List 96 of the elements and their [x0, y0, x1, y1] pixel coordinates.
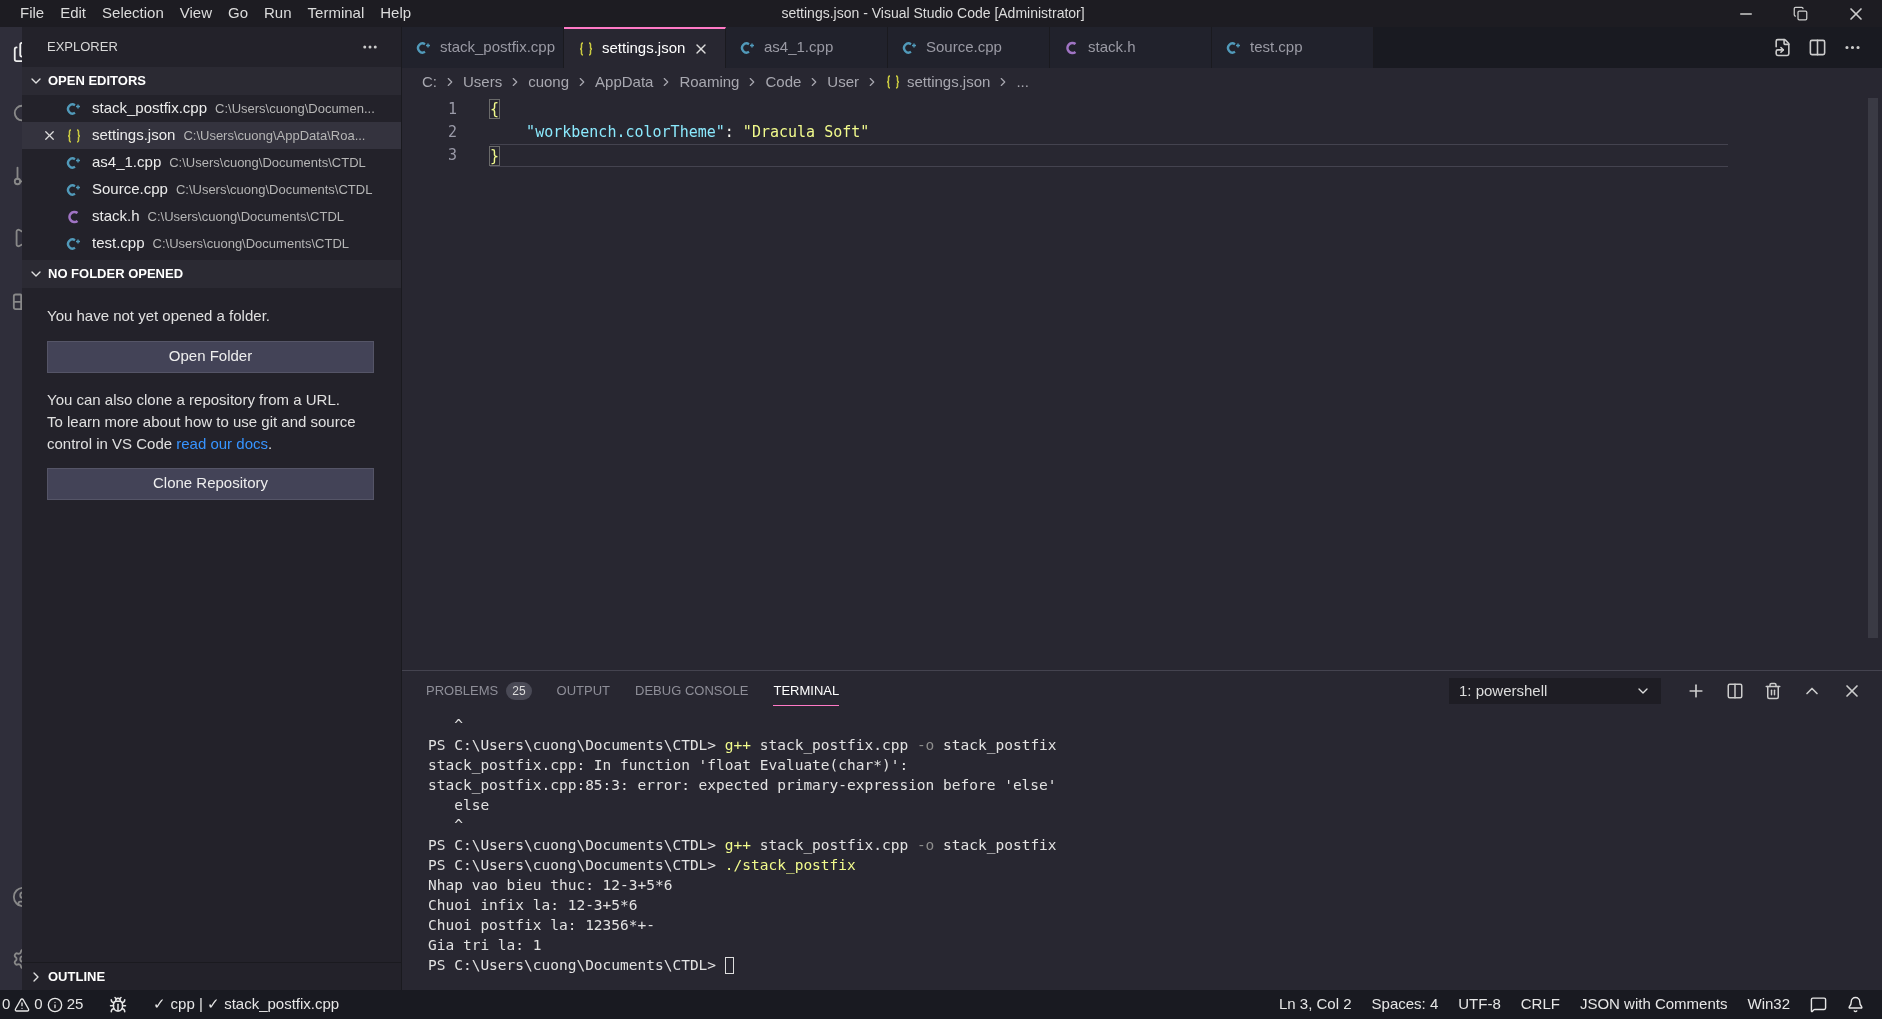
line-number: 1 — [447, 99, 457, 120]
status-item[interactable]: Win32 — [1747, 993, 1790, 1016]
count-badge: 25 — [506, 682, 532, 700]
braces-icon — [578, 41, 594, 56]
terminal-line: PS C:\Users\cuong\Documents\CTDL> g++ stack_postfix.cpp -o stack_postfix — [428, 836, 1057, 855]
terminal-line: Chuoi infix la: 12-3+5*6 — [428, 896, 638, 915]
menu-item[interactable]: Edit — [52, 2, 95, 25]
braces-icon — [885, 75, 901, 89]
section-header[interactable]: OPEN EDITORS — [22, 67, 401, 95]
breadcrumb-item[interactable]: User — [827, 70, 859, 94]
terminal-line: Gia tri la: 1 — [428, 936, 542, 955]
open-editor-item[interactable]: settings.json C:\Users\cuong\AppData\Roa... — [22, 122, 401, 149]
warning-icon — [14, 996, 31, 1013]
code-line: } — [490, 147, 500, 165]
breadcrumb-item[interactable]: cuong — [528, 70, 570, 94]
cpp-file-icon — [66, 182, 82, 197]
breadcrumb-item[interactable]: Code — [765, 70, 802, 94]
bell-icon[interactable] — [1847, 996, 1864, 1013]
terminal-cursor — [724, 956, 734, 974]
window-title: settings.json - Visual Studio Code [Administrator] — [781, 4, 1085, 23]
panel-tab[interactable]: OUTPUT — [556, 676, 611, 706]
editor-tab[interactable]: stack_postfix.cpp — [402, 27, 564, 68]
open-folder-button[interactable]: Open Folder — [47, 340, 374, 373]
editor-tab[interactable]: stack.h — [1050, 27, 1212, 68]
cpp-file-icon — [66, 101, 82, 116]
menu-item[interactable]: View — [171, 2, 220, 25]
menu-item[interactable]: Terminal — [299, 2, 373, 25]
open-editor-item[interactable]: stack.h C:\Users\cuong\Documents\CTDL — [22, 203, 401, 230]
menu-item[interactable]: Run — [256, 2, 300, 25]
breadcrumb-item[interactable]: Users — [463, 70, 503, 94]
cpp-file-icon — [1226, 40, 1242, 55]
error-count[interactable]: 0 — [2, 993, 11, 1016]
section-header[interactable]: NO FOLDER OPENED — [22, 260, 401, 288]
split-editor-icon[interactable] — [1808, 38, 1827, 57]
code-line: "workbench.colorTheme": "Dracula Soft" — [525, 123, 870, 141]
feedback-icon[interactable] — [1810, 996, 1827, 1013]
menu-item[interactable]: Selection — [94, 2, 172, 25]
no-folder-message: You have not yet opened a folder. — [47, 306, 271, 326]
clone-repository-button[interactable]: Clone Repository — [47, 467, 374, 500]
trash-icon[interactable] — [1764, 682, 1782, 700]
status-item[interactable]: Ln 3, Col 2 — [1279, 993, 1352, 1016]
line-number: 2 — [447, 122, 457, 143]
status-item[interactable]: Spaces: 4 — [1371, 993, 1439, 1016]
breadcrumb-item[interactable]: ... — [1016, 70, 1029, 94]
bug-icon[interactable] — [109, 995, 128, 1014]
info-count[interactable]: 25 — [66, 993, 84, 1016]
open-editor-item[interactable]: test.cpp C:\Users\cuong\Documents\CTDL — [22, 230, 401, 257]
breadcrumb-item[interactable]: Roaming — [679, 70, 740, 94]
cpp-file-icon — [902, 40, 918, 55]
clone-hint-text: You can also clone a repository from a URL. To learn more about how to use git and source control in VS Code read our docs. — [47, 389, 357, 454]
editor-tab[interactable]: as4_1.cpp — [726, 27, 888, 68]
terminal-line: else — [453, 796, 490, 815]
panel-tab[interactable]: DEBUG CONSOLE — [635, 676, 749, 706]
terminal-line: ^ — [453, 816, 463, 835]
close-icon[interactable] — [42, 128, 57, 143]
terminal-line: Nhap vao bieu thuc: 12-3+5*6 — [428, 876, 673, 895]
editor-tab[interactable]: test.cpp — [1212, 27, 1374, 68]
cpp-file-icon — [740, 40, 756, 55]
menu-item[interactable]: Help — [372, 2, 420, 25]
editor-tab[interactable]: settings.json — [564, 27, 726, 68]
menu-item[interactable]: Go — [220, 2, 256, 25]
info-icon — [46, 996, 63, 1013]
breadcrumb-item[interactable]: C: — [422, 70, 437, 94]
open-editor-item[interactable]: stack_postfix.cpp C:\Users\cuong\Documen... — [22, 95, 401, 122]
panel-tab[interactable]: PROBLEMS 25 — [426, 676, 532, 706]
terminal-line: ^ — [453, 716, 463, 735]
terminal-line: stack_postfix.cpp: In function 'float Evaluate(char*)': — [428, 756, 909, 775]
cpp-file-icon — [416, 40, 432, 55]
terminal-line: PS C:\Users\cuong\Documents\CTDL> ./stack_postfix — [428, 856, 856, 875]
sidebar-title: EXPLORER — [47, 38, 118, 57]
open-changes-icon[interactable] — [1773, 38, 1792, 57]
split-terminal-icon[interactable] — [1726, 682, 1744, 700]
line-number: 3 — [447, 145, 457, 166]
editor-tab[interactable]: Source.cpp — [888, 27, 1050, 68]
open-editor-item[interactable]: Source.cpp C:\Users\cuong\Documents\CTDL — [22, 176, 401, 203]
build-status[interactable]: ✓ cpp | ✓ stack_postfix.cpp — [153, 993, 340, 1016]
breadcrumb-item[interactable]: settings.json — [885, 70, 991, 94]
cpp-file-icon — [66, 155, 82, 170]
cpp-file-icon — [66, 236, 82, 251]
braces-icon — [66, 128, 82, 143]
menu-item[interactable]: File — [12, 2, 53, 25]
docs-link[interactable]: read our docs — [176, 434, 268, 452]
status-item[interactable]: JSON with Comments — [1579, 993, 1728, 1016]
terminal-line: stack_postfix.cpp:85:3: error: expected primary-expression before 'else' — [428, 776, 1057, 795]
warning-count[interactable]: 0 — [34, 993, 43, 1016]
status-item[interactable]: UTF-8 — [1458, 993, 1501, 1016]
terminal-line: PS C:\Users\cuong\Documents\CTDL> g++ stack_postfix.cpp -o stack_postfix — [428, 736, 1057, 755]
open-editor-item[interactable]: as4_1.cpp C:\Users\cuong\Documents\CTDL — [22, 149, 401, 176]
breadcrumb-item[interactable]: AppData — [595, 70, 654, 94]
code-line: { — [490, 100, 500, 118]
terminal-line: PS C:\Users\cuong\Documents\CTDL> — [428, 956, 718, 975]
restore-icon[interactable] — [1793, 6, 1808, 21]
panel-tab[interactable]: TERMINAL — [773, 676, 840, 706]
terminal-select[interactable]: 1: powershell — [1449, 678, 1661, 704]
terminal-line: Chuoi postfix la: 12356*+- — [428, 916, 655, 935]
status-item[interactable]: CRLF — [1520, 993, 1560, 1016]
